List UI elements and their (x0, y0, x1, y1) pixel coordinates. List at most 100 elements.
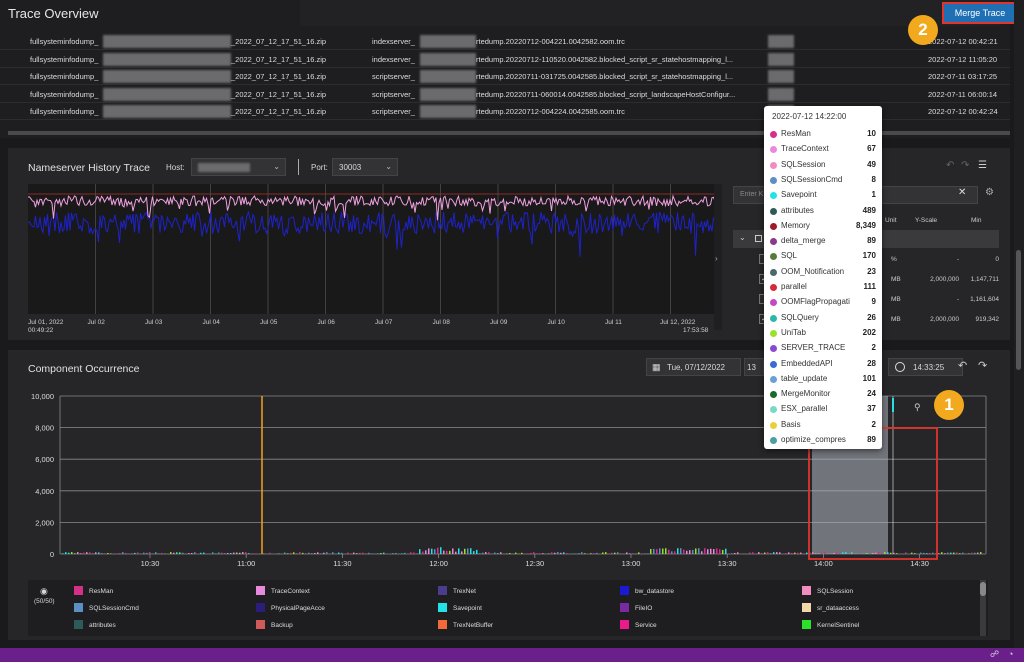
legend-item[interactable]: attributes (74, 620, 116, 629)
occurrence-bar (323, 552, 325, 554)
legend-item[interactable]: ResMan (74, 586, 113, 595)
trace-row[interactable]: fullsysteminfodump_ _2022_07_12_17_51_16.… (0, 68, 1010, 85)
merge-trace-button[interactable]: Merge Trace (942, 2, 1018, 24)
legend-item[interactable]: bw_datastore (620, 586, 674, 595)
tooltip-swatch (770, 421, 777, 429)
legend-scroll-thumb[interactable] (980, 582, 986, 596)
x-tick-label: Jul 09 (490, 319, 508, 326)
tooltip-swatch (770, 329, 777, 337)
occurrence-bar (218, 552, 220, 554)
zoom-icon[interactable]: ⚲ (914, 402, 921, 412)
page-scroll-thumb[interactable] (1016, 250, 1021, 370)
time-picker[interactable]: 14:33:25 (888, 358, 963, 376)
trace-row[interactable]: fullsysteminfodump_ _2022_07_12_17_51_16.… (0, 86, 1010, 103)
host-label: Host: (166, 163, 185, 172)
occurrence-bar (689, 550, 691, 554)
occurrence-bar (353, 552, 355, 554)
tooltip-row: SERVER_TRACE 2 (770, 342, 876, 357)
x-tick-label: Jul 04 (202, 319, 220, 326)
occurrence-bar (713, 549, 715, 554)
trace-file-name: rtedump.20220711-060014.0042585.blocked_… (476, 89, 736, 99)
time-start-partial: 13 (747, 363, 756, 372)
occurrence-bar (401, 553, 403, 554)
occurrence-bar (155, 552, 157, 554)
occurrence-bar (602, 552, 604, 554)
occurrence-bar (422, 551, 424, 554)
kpi-column-header[interactable]: Y-Scale (915, 217, 937, 224)
legend-item[interactable]: Savepoint (438, 603, 482, 612)
occurrence-bar (557, 552, 559, 554)
occurrence-bar (134, 552, 136, 554)
occurrence-bar (707, 549, 709, 554)
list-settings-icon[interactable]: ☰ (978, 160, 987, 171)
legend-label: Savepoint (453, 605, 482, 612)
legend-swatch (438, 620, 447, 629)
occurrence-bar (668, 549, 670, 554)
redo-icon[interactable]: ↷ (978, 359, 987, 372)
legend-item[interactable]: Service (620, 620, 657, 629)
trace-row[interactable]: fullsysteminfodump_ _2022_07_12_17_51_16.… (0, 51, 1010, 68)
legend-item[interactable]: SQLSessionCmd (74, 603, 139, 612)
occurrence-bar (110, 553, 112, 554)
legend-label: attributes (89, 622, 116, 629)
kpi-column-header[interactable]: Unit (885, 217, 897, 224)
notification-icon[interactable]: ◔ (1008, 649, 1013, 659)
tooltip-item-name: SQL (781, 251, 798, 261)
occurrence-bar (65, 552, 67, 554)
tooltip-item-value: 89 (867, 435, 876, 444)
tooltip-item-value: 9 (871, 297, 876, 307)
feedback-icon[interactable]: ☍ (990, 649, 999, 660)
chevron-down-icon: ⌄ (273, 162, 280, 171)
nameserver-chart[interactable] (28, 184, 718, 314)
occurrence-bar (947, 552, 949, 554)
kpi-yscale: - (956, 256, 959, 263)
occurrence-bar (314, 552, 316, 554)
component-occurrence-title: Component Occurrence (28, 363, 140, 375)
redo-icon[interactable]: ↷ (961, 160, 969, 171)
occurrence-bar (230, 553, 232, 554)
undo-icon[interactable]: ↶ (946, 160, 954, 171)
kpi-column-header[interactable]: Min (971, 217, 981, 224)
collapse-handle[interactable]: › (714, 184, 722, 330)
trace-zip-prefix: fullsysteminfodump_ (30, 37, 99, 46)
legend-item[interactable]: PhysicalPageAcce (256, 603, 325, 612)
host-select[interactable]: ⌄ (191, 158, 286, 176)
gear-icon[interactable]: ⚙ (985, 187, 994, 198)
legend-item[interactable]: KernelSentinel (802, 620, 859, 629)
occurrence-bar (125, 552, 127, 554)
trace-file-name: rtedump.20220712-004221.0042582.oom.trc (476, 37, 625, 46)
occurrence-bar (74, 553, 76, 554)
tooltip-row: attributes 489 (770, 205, 876, 220)
occurrence-bar (686, 550, 688, 554)
legend-item[interactable]: TraceContext (256, 586, 310, 595)
date-picker[interactable]: ▦ Tue, 07/12/2022 (646, 358, 741, 376)
legend-item[interactable]: SQLSession (802, 586, 853, 595)
occurrence-bar (173, 552, 175, 554)
close-icon[interactable]: ✕ (958, 187, 966, 198)
occurrence-bar (770, 553, 772, 554)
occurrence-bar (236, 552, 238, 554)
legend-item[interactable]: sr_dataaccess (802, 603, 859, 612)
tooltip-item-name: SQLSession (781, 159, 826, 169)
occurrence-bar (224, 553, 226, 554)
occurrence-bar (77, 552, 79, 554)
trace-row[interactable]: fullsysteminfodump_ _2022_07_12_17_51_16.… (0, 33, 1010, 50)
legend-item[interactable]: TrexNet (438, 586, 476, 595)
legend-item[interactable]: TrexNetBuffer (438, 620, 493, 629)
occurrence-bar (416, 553, 418, 554)
occurrence-bar (815, 553, 817, 554)
port-select[interactable]: 30003 ⌄ (332, 158, 398, 176)
legend-item[interactable]: Backup (256, 620, 293, 629)
time-start-box[interactable]: 13 (744, 358, 764, 376)
checkbox[interactable] (755, 235, 762, 242)
legend-item[interactable]: FileIO (620, 603, 652, 612)
occurrence-bar (359, 552, 361, 554)
occurrence-bar (866, 553, 868, 554)
occurrence-bar (137, 552, 139, 554)
legend-scrollbar[interactable] (980, 580, 986, 636)
undo-icon[interactable]: ↶ (958, 359, 967, 372)
occurrence-bar (776, 552, 778, 554)
occurrence-bar (626, 552, 628, 554)
eye-icon[interactable]: ◉ (40, 586, 48, 597)
occurrence-bar (62, 553, 64, 554)
